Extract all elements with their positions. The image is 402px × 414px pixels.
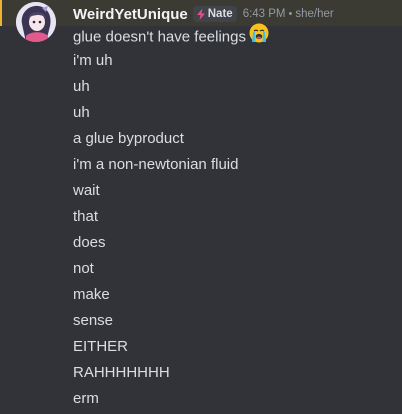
message-line: does xyxy=(73,234,106,251)
message-line: erm xyxy=(73,390,99,407)
pronoun-separator: • xyxy=(288,8,293,20)
message-line: RAHHHHHHH xyxy=(73,364,170,381)
message-line: uh xyxy=(73,78,90,95)
avatar-image xyxy=(16,2,56,42)
message-line: i'm a non-newtonian fluid xyxy=(73,156,239,173)
message-line: EITHER xyxy=(73,338,129,355)
message-group: WeirdYetUnique Nate 6:43 PM • she/her gl… xyxy=(0,0,402,414)
message-highlight-bar xyxy=(0,0,2,26)
role-tag-label: Nate xyxy=(207,8,233,20)
role-tag[interactable]: Nate xyxy=(192,6,237,22)
message-line: sense xyxy=(73,312,114,329)
message-text: glue doesn't have feelings xyxy=(73,28,246,46)
pronouns: she/her xyxy=(295,8,334,20)
loudly-crying-face-emoji-icon[interactable] xyxy=(249,23,269,49)
message-header: WeirdYetUnique Nate 6:43 PM • she/her xyxy=(73,5,334,23)
message-line: i'm uh xyxy=(73,52,113,69)
avatar[interactable] xyxy=(16,2,56,42)
lightning-icon xyxy=(196,8,205,20)
message-line: glue doesn't have feelings xyxy=(73,23,269,49)
timestamp[interactable]: 6:43 PM xyxy=(243,8,286,20)
message-line: wait xyxy=(73,182,100,199)
message-line: that xyxy=(73,208,99,225)
message-line: uh xyxy=(73,104,90,121)
message-line: not xyxy=(73,260,94,277)
username[interactable]: WeirdYetUnique xyxy=(73,6,188,23)
message-line: a glue byproduct xyxy=(73,130,184,147)
message-line: make xyxy=(73,286,110,303)
